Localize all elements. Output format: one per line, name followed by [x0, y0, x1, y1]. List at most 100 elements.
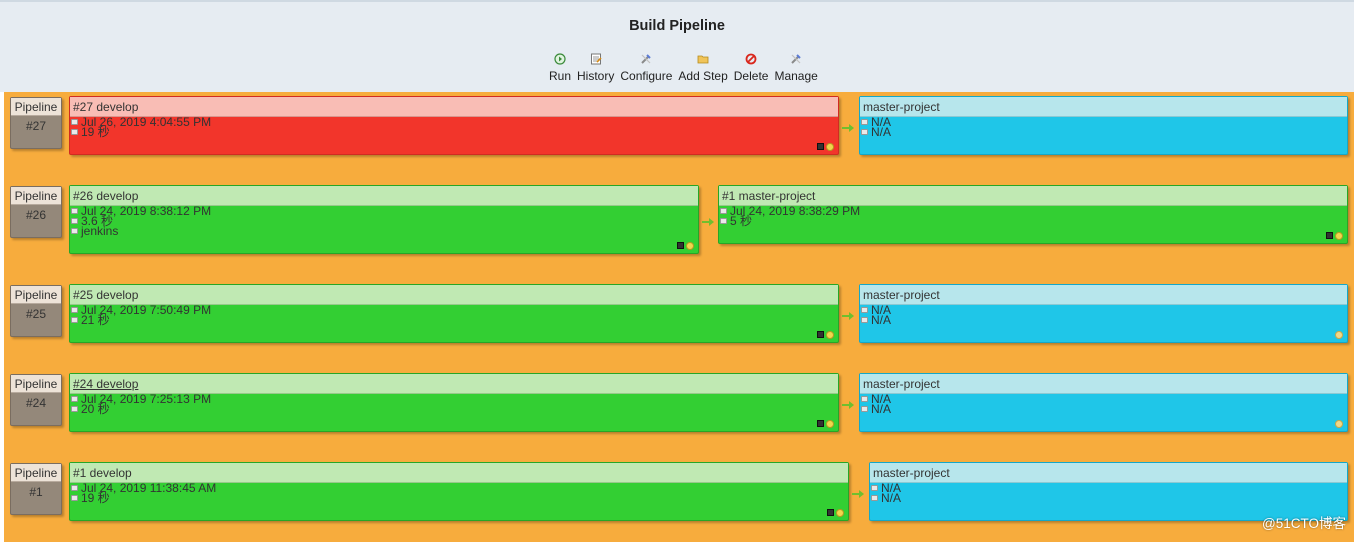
console-icon[interactable]: [817, 143, 824, 150]
hourglass-icon: [71, 317, 78, 323]
configure-icon: [639, 52, 653, 66]
pipeline-label-text: Pipeline: [11, 187, 61, 205]
build-time: Jul 24, 2019 11:38:45 AM: [70, 482, 848, 494]
build-title: #26 develop: [70, 186, 698, 206]
downstream-duration: N/A: [860, 126, 1347, 138]
downstream-card[interactable]: #1 master-project Jul 24, 2019 8:38:29 P…: [718, 185, 1348, 244]
rebuild-icon[interactable]: [826, 143, 834, 151]
build-duration: 19 秒: [70, 126, 838, 138]
console-icon[interactable]: [827, 509, 834, 516]
arrow-icon: [702, 218, 714, 226]
build-card[interactable]: #24 develop Jul 24, 2019 7:25:13 PM 20 秒: [69, 373, 839, 432]
build-duration: 21 秒: [70, 314, 838, 326]
history-button[interactable]: History: [574, 52, 617, 83]
calendar-icon: [71, 485, 78, 491]
downstream-duration: 5 秒: [719, 215, 1347, 227]
pipeline-number: #27: [25, 119, 47, 133]
build-actions: [677, 242, 694, 250]
add-step-button[interactable]: Add Step: [675, 52, 730, 83]
run-button[interactable]: Run: [546, 52, 574, 83]
build-title: #25 develop: [70, 285, 838, 305]
console-icon[interactable]: [817, 420, 824, 427]
downstream-title: master-project: [860, 285, 1347, 305]
downstream-card[interactable]: master-project N/A N/A: [859, 96, 1348, 155]
calendar-icon: [720, 208, 727, 214]
console-icon[interactable]: [817, 331, 824, 338]
pipeline-header: Build Pipeline Run History Configure Add…: [0, 0, 1354, 92]
downstream-duration: N/A: [870, 492, 1347, 504]
downstream-time: N/A: [860, 116, 1347, 128]
rebuild-icon[interactable]: [826, 331, 834, 339]
calendar-icon: [71, 307, 78, 313]
delete-button[interactable]: Delete: [731, 52, 772, 83]
calendar-icon: [861, 396, 868, 402]
pipeline-number: #26: [25, 208, 47, 222]
pipeline-canvas: Pipeline #27 #27 develop Jul 26, 2019 4:…: [4, 92, 1354, 542]
rebuild-icon[interactable]: [836, 509, 844, 517]
pipeline-label-text: Pipeline: [11, 375, 61, 393]
downstream-title: master-project: [870, 463, 1347, 483]
downstream-time: Jul 24, 2019 8:38:29 PM: [719, 205, 1347, 217]
rebuild-icon[interactable]: [1335, 232, 1343, 240]
downstream-actions: [1335, 331, 1343, 339]
build-card[interactable]: #1 develop Jul 24, 2019 11:38:45 AM 19 秒: [69, 462, 849, 521]
rebuild-icon[interactable]: [826, 420, 834, 428]
downstream-title: master-project: [860, 97, 1347, 117]
build-card[interactable]: #27 develop Jul 26, 2019 4:04:55 PM 19 秒: [69, 96, 839, 155]
arrow-icon: [842, 401, 854, 409]
pipeline-label[interactable]: Pipeline #25: [10, 285, 62, 337]
arrow-icon: [842, 124, 854, 132]
downstream-duration: N/A: [860, 314, 1347, 326]
build-time: Jul 26, 2019 4:04:55 PM: [70, 116, 838, 128]
build-actions: [817, 143, 834, 151]
build-actions: [817, 331, 834, 339]
console-icon[interactable]: [1326, 232, 1333, 239]
calendar-icon: [871, 485, 878, 491]
add-step-label: Add Step: [678, 69, 728, 83]
pipeline-label[interactable]: Pipeline #24: [10, 374, 62, 426]
hourglass-icon: [71, 129, 78, 135]
rebuild-icon[interactable]: [686, 242, 694, 250]
build-time: Jul 24, 2019 7:50:49 PM: [70, 304, 838, 316]
build-card[interactable]: #26 develop Jul 24, 2019 8:38:12 PM 3.6 …: [69, 185, 699, 254]
delete-label: Delete: [733, 69, 769, 83]
user-icon: [71, 228, 78, 234]
hourglass-icon: [71, 495, 78, 501]
build-card[interactable]: #25 develop Jul 24, 2019 7:50:49 PM 21 秒: [69, 284, 839, 343]
downstream-actions: [1326, 232, 1343, 240]
configure-button[interactable]: Configure: [617, 52, 675, 83]
run-icon: [553, 52, 567, 66]
build-title: #1 develop: [70, 463, 848, 483]
build-time: Jul 24, 2019 8:38:12 PM: [70, 205, 698, 217]
pipeline-label[interactable]: Pipeline #27: [10, 97, 62, 149]
trigger-icon[interactable]: [1335, 420, 1343, 428]
calendar-icon: [861, 119, 868, 125]
build-actions: [827, 509, 844, 517]
build-time: Jul 24, 2019 7:25:13 PM: [70, 393, 838, 405]
downstream-title: #1 master-project: [719, 186, 1347, 206]
add-step-icon: [696, 52, 710, 66]
pipeline-label-text: Pipeline: [11, 286, 61, 304]
downstream-card[interactable]: master-project N/A N/A: [859, 284, 1348, 343]
build-duration: 3.6 秒: [70, 215, 698, 227]
pipeline-number: #24: [25, 396, 47, 410]
pipeline-label[interactable]: Pipeline #26: [10, 186, 62, 238]
build-duration: 20 秒: [70, 403, 838, 415]
downstream-card[interactable]: master-project N/A N/A: [859, 373, 1348, 432]
trigger-icon[interactable]: [1335, 331, 1343, 339]
downstream-duration: N/A: [860, 403, 1347, 415]
hourglass-icon: [871, 495, 878, 501]
configure-label: Configure: [620, 69, 673, 83]
pipeline-label[interactable]: Pipeline #1: [10, 463, 62, 515]
manage-button[interactable]: Manage: [771, 52, 820, 83]
page-title: Build Pipeline: [629, 18, 725, 34]
build-title-link[interactable]: #24 develop: [70, 374, 838, 394]
manage-label: Manage: [774, 69, 818, 83]
build-duration: 19 秒: [70, 492, 848, 504]
calendar-icon: [861, 307, 868, 313]
history-icon: [589, 52, 603, 66]
console-icon[interactable]: [677, 242, 684, 249]
pipeline-number: #25: [25, 307, 47, 321]
calendar-icon: [71, 396, 78, 402]
arrow-icon: [842, 312, 854, 320]
